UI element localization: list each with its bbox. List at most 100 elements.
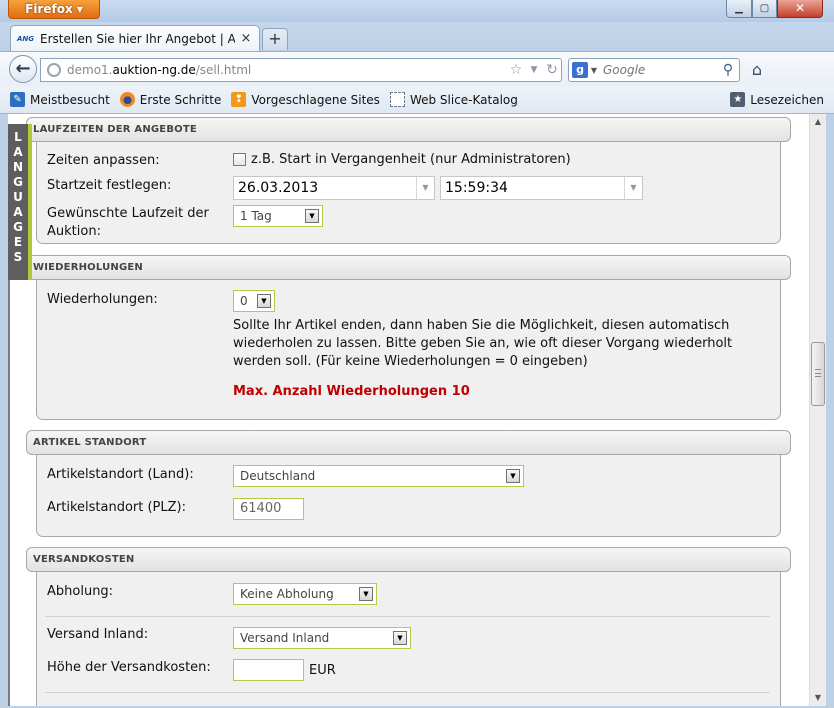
bookmarks-toolbar: ✎ Meistbesucht Erste Schritte ❢ Vorgeschla…	[0, 86, 834, 114]
globe-icon	[47, 63, 61, 77]
bookmarks-menu-button[interactable]: ★ Lesezeichen	[730, 92, 824, 107]
scrollbar-thumb[interactable]	[811, 342, 825, 406]
plus-icon: +	[268, 29, 282, 48]
most-visited-icon: ✎	[10, 92, 25, 107]
scroll-down-arrow-icon[interactable]: ▼	[810, 690, 826, 706]
chevron-down-icon[interactable]: ▼	[624, 177, 642, 199]
url-prefix: demo1.	[67, 63, 113, 77]
google-icon[interactable]: g	[572, 62, 588, 78]
minimize-button[interactable]: ▁	[726, 0, 752, 18]
star-icon[interactable]: ☆	[507, 62, 525, 78]
laufzeit-value: 1 Tag	[240, 209, 272, 223]
section-body-standort: Artikelstandort (Land): Deutschland ▼ Art…	[36, 455, 781, 537]
bookmark-vorgeschlagene-sites[interactable]: ❢ Vorgeschlagene Sites	[231, 92, 380, 107]
chevron-down-icon[interactable]: ▼	[416, 177, 434, 199]
lightbulb-icon: ❢	[231, 92, 247, 107]
abholung-select[interactable]: Keine Abholung ▼	[233, 583, 377, 605]
chevron-down-icon: ▼	[359, 587, 373, 601]
tab-title: Erstellen Sie hier Ihr Angebot | Auktion…	[40, 31, 235, 46]
chevron-down-icon[interactable]: ▼	[525, 65, 543, 75]
chevron-down-icon: ▼	[257, 294, 271, 308]
plz-value: 61400	[240, 501, 282, 516]
close-icon[interactable]: ×	[239, 32, 253, 46]
languages-letter: G	[13, 220, 23, 234]
bookmark-meistbesucht[interactable]: ✎ Meistbesucht	[10, 92, 110, 107]
star-icon: ★	[730, 92, 746, 107]
home-button[interactable]: ⌂	[746, 60, 768, 80]
bookmark-label: Vorgeschlagene Sites	[251, 92, 380, 107]
versand-inland-select[interactable]: Versand Inland ▼	[233, 627, 411, 649]
section-body-wiederholungen: Wiederholungen: 0 ▼ Sollte Ihr Artikel en…	[36, 280, 781, 420]
scroll-up-arrow-icon[interactable]: ▲	[810, 114, 826, 130]
back-arrow-icon: ←	[15, 58, 31, 79]
land-label: Artikelstandort (Land):	[47, 467, 194, 482]
section-divider	[45, 616, 770, 617]
bookmark-label: Meistbesucht	[30, 92, 110, 107]
reload-icon[interactable]: ↻	[543, 62, 561, 78]
wiederholungen-select[interactable]: 0 ▼	[233, 290, 275, 312]
versandkosten-input[interactable]	[233, 659, 304, 681]
abholung-label: Abholung:	[47, 584, 114, 599]
window-titlebar: Firefox ▼ ▁ ▢ ✕	[0, 0, 834, 22]
chevron-down-icon: ▼	[506, 469, 520, 483]
url-bar[interactable]: demo1.auktion-ng.de/sell.html ☆ ▼ ↻	[40, 58, 562, 82]
laufzeit-label-line2: Auktion:	[47, 224, 101, 239]
land-select[interactable]: Deutschland ▼	[233, 465, 524, 487]
versand-inland-label: Versand Inland:	[47, 627, 149, 642]
new-tab-button[interactable]: +	[262, 28, 288, 50]
bookmark-web-slice-katalog[interactable]: Web Slice-Katalog	[389, 92, 518, 107]
chevron-down-icon[interactable]: ▼	[588, 66, 600, 75]
start-date-field[interactable]: 26.03.2013 ▼	[233, 176, 435, 200]
languages-tab[interactable]: L A N G U A G E S	[8, 124, 32, 280]
plz-input[interactable]: 61400	[233, 498, 304, 520]
url-text[interactable]: demo1.auktion-ng.de/sell.html	[67, 63, 507, 77]
currency-label: EUR	[309, 663, 336, 678]
tab-strip: ANG Erstellen Sie hier Ihr Angebot | Auk…	[0, 22, 834, 51]
section-header-standort: ARTIKEL STANDORT	[26, 430, 791, 455]
languages-letter: U	[13, 190, 23, 204]
start-time-value: 15:59:34	[445, 180, 508, 196]
bookmarks-menu-label: Lesezeichen	[750, 92, 824, 107]
magnifier-icon[interactable]: ⚲	[717, 62, 739, 78]
search-input[interactable]	[600, 63, 717, 77]
zeiten-checkbox-label: z.B. Start in Vergangenheit (nur Adminis…	[251, 152, 571, 167]
languages-letter: A	[13, 145, 23, 159]
close-window-button[interactable]: ✕	[777, 0, 823, 18]
site-favicon-icon: ANG	[17, 34, 35, 43]
versandkosten-label: Höhe der Versandkosten:	[47, 660, 211, 675]
section-divider	[45, 692, 770, 693]
start-time-field[interactable]: 15:59:34 ▼	[440, 176, 643, 200]
languages-letter: S	[13, 250, 23, 264]
firefox-menu-button[interactable]: Firefox ▼	[8, 0, 100, 19]
abholung-value: Keine Abholung	[240, 587, 334, 601]
firefox-menu-label: Firefox	[25, 2, 73, 16]
section-header-versandkosten: VERSANDKOSTEN	[26, 547, 791, 572]
wiederholungen-value: 0	[240, 294, 248, 308]
chevron-down-icon: ▼	[393, 631, 407, 645]
languages-letter: A	[13, 205, 23, 219]
wiederholungen-description-line1: Sollte Ihr Artikel enden, dann haben Sie…	[233, 318, 730, 333]
chevron-down-icon: ▼	[76, 5, 83, 14]
wiederholungen-label: Wiederholungen:	[47, 292, 158, 307]
tab-active[interactable]: ANG Erstellen Sie hier Ihr Angebot | Auk…	[10, 25, 260, 51]
bookmark-label: Erste Schritte	[139, 92, 222, 107]
url-domain: auktion-ng.de	[112, 63, 196, 77]
maximize-button[interactable]: ▢	[752, 0, 777, 18]
grip-icon	[815, 369, 821, 377]
zeiten-checkbox[interactable]	[233, 153, 246, 166]
laufzeit-select[interactable]: 1 Tag ▼	[233, 205, 323, 227]
search-bar[interactable]: g ▼ ⚲	[568, 58, 740, 82]
navigation-toolbar: ← demo1.auktion-ng.de/sell.html ☆ ▼ ↻ g …	[0, 51, 834, 86]
languages-rail	[8, 280, 10, 706]
home-icon: ⌂	[751, 60, 763, 79]
max-wiederholungen-note: Max. Anzahl Wiederholungen 10	[233, 384, 470, 399]
back-button[interactable]: ←	[9, 55, 37, 83]
bookmark-erste-schritte[interactable]: Erste Schritte	[119, 92, 222, 107]
languages-letter: E	[13, 235, 23, 249]
section-body-versandkosten: Abholung: Keine Abholung ▼ Versand Inland…	[36, 572, 781, 706]
section-header-wiederholungen: WIEDERHOLUNGEN	[26, 255, 791, 280]
start-date-value: 26.03.2013	[238, 180, 319, 196]
section-body-laufzeiten: Zeiten anpassen: z.B. Start in Vergangen…	[36, 142, 781, 244]
page-scrollbar[interactable]: ▲ ▼	[809, 114, 826, 706]
chevron-down-icon: ▼	[305, 209, 319, 223]
